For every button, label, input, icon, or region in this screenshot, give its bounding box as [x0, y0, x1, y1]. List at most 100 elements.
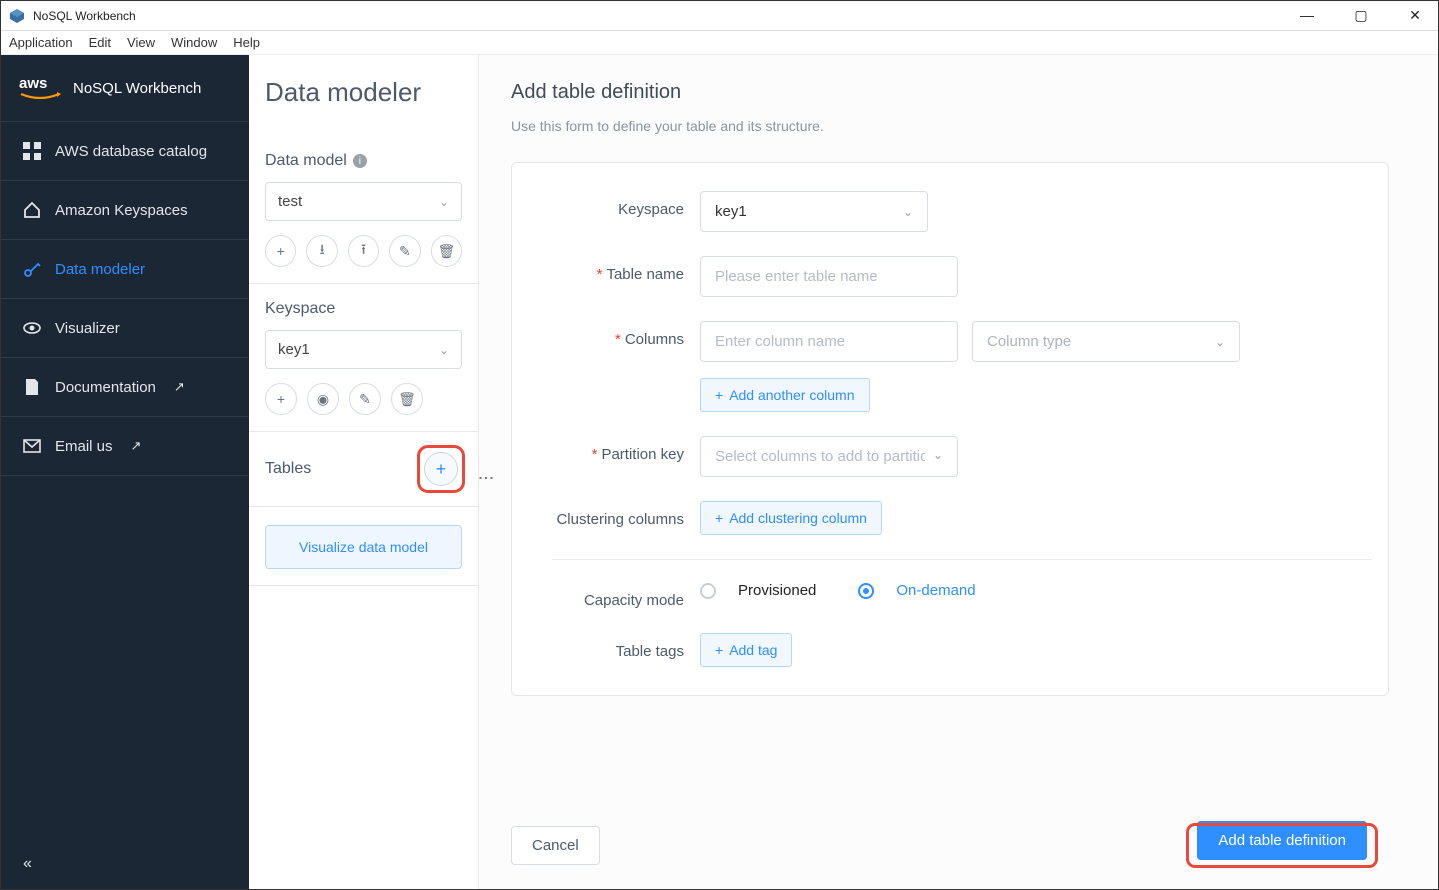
mid-panel: Data modeler Data model i test ⌄ + ⭳ ⭱ ✎…: [249, 55, 479, 889]
partition-select[interactable]: Select columns to add to partition ⌄: [700, 436, 958, 477]
menu-edit[interactable]: Edit: [89, 35, 111, 50]
form-card: Keyspace key1 ⌄ *Table name Please enter…: [511, 162, 1389, 696]
resize-handle[interactable]: ⋮: [476, 470, 495, 484]
menu-application[interactable]: Application: [9, 35, 73, 50]
external-link-icon: ↗: [174, 379, 185, 395]
chevron-down-icon: ⌄: [1215, 335, 1225, 349]
clustering-label: Clustering columns: [556, 511, 684, 528]
radio-provisioned-label[interactable]: Provisioned: [738, 582, 816, 599]
edit-icon: ✎: [359, 391, 371, 408]
menu-view[interactable]: View: [127, 35, 155, 50]
plus-icon: +: [715, 510, 723, 526]
data-model-select[interactable]: test ⌄: [265, 182, 462, 221]
keyspace-select[interactable]: key1 ⌄: [265, 330, 462, 369]
add-keyspace-button[interactable]: +: [265, 383, 297, 415]
main-content: Add table definition Use this form to de…: [479, 55, 1438, 889]
nav-database-catalog[interactable]: AWS database catalog: [1, 122, 249, 181]
nav-keyspaces[interactable]: Amazon Keyspaces: [1, 181, 249, 240]
chevron-down-icon: ⌄: [439, 343, 449, 357]
partition-label: Partition key: [601, 446, 684, 463]
add-column-button[interactable]: + Add another column: [700, 378, 870, 412]
grid-icon: [23, 142, 41, 160]
info-icon[interactable]: i: [353, 154, 367, 168]
data-model-value: test: [278, 193, 302, 210]
tags-label: Table tags: [616, 643, 684, 660]
model-icon: [23, 260, 41, 278]
nav-label: Amazon Keyspaces: [55, 202, 188, 219]
menu-window[interactable]: Window: [171, 35, 217, 50]
plus-icon: +: [436, 459, 447, 480]
keyspace-dropdown[interactable]: key1 ⌄: [700, 191, 928, 232]
keyspace-label: Keyspace: [618, 201, 684, 218]
trash-icon: 🗑: [398, 391, 416, 408]
download-icon: ⭳: [320, 239, 325, 263]
form-title: Add table definition: [511, 81, 1408, 104]
keyspace-selected: key1: [715, 203, 747, 220]
plus-icon: +: [715, 642, 723, 658]
plus-icon: +: [277, 391, 285, 407]
chevron-down-icon: ⌄: [903, 205, 913, 219]
form-footer: Cancel Add table definition: [511, 802, 1389, 869]
nav-data-modeler[interactable]: Data modeler: [1, 240, 249, 299]
trash-icon: 🗑: [437, 243, 455, 260]
add-tag-button[interactable]: + Add tag: [700, 633, 792, 667]
delete-keyspace-button[interactable]: 🗑: [391, 383, 423, 415]
menu-help[interactable]: Help: [233, 35, 260, 50]
radio-ondemand-label[interactable]: On-demand: [896, 582, 975, 599]
visualize-button[interactable]: Visualize data model: [265, 525, 462, 569]
add-clustering-button[interactable]: + Add clustering column: [700, 501, 882, 535]
view-keyspace-button[interactable]: ◉: [307, 383, 339, 415]
app-icon: [9, 8, 25, 24]
window-title: NoSQL Workbench: [33, 9, 136, 23]
eye-icon: [23, 319, 41, 337]
capacity-label: Capacity mode: [584, 592, 684, 609]
document-icon: [23, 378, 41, 396]
nav-visualizer[interactable]: Visualizer: [1, 299, 249, 358]
nav-label: Visualizer: [55, 320, 120, 337]
data-model-title: Data model: [265, 152, 347, 170]
edit-model-button[interactable]: ✎: [389, 235, 420, 267]
delete-model-button[interactable]: 🗑: [431, 235, 462, 267]
close-button[interactable]: ✕: [1400, 7, 1430, 24]
edit-icon: ✎: [399, 243, 411, 260]
home-icon: [23, 201, 41, 219]
nav: AWS database catalog Amazon Keyspaces Da…: [1, 122, 249, 839]
upload-icon: ⭱: [361, 239, 366, 263]
brand-name: NoSQL Workbench: [73, 80, 201, 97]
column-type-select[interactable]: Column type ⌄: [972, 321, 1240, 362]
minimize-button[interactable]: —: [1292, 7, 1322, 24]
mail-icon: [23, 437, 41, 455]
sidebar: aws NoSQL Workbench AWS database catalog…: [1, 55, 249, 889]
export-model-button[interactable]: ⭱: [348, 235, 379, 267]
column-name-input[interactable]: Enter column name: [700, 321, 958, 362]
divider: [552, 559, 1372, 560]
plus-icon: +: [277, 243, 285, 259]
collapse-sidebar[interactable]: «: [1, 839, 249, 889]
window-titlebar: NoSQL Workbench — ▢ ✕: [1, 1, 1438, 31]
brand: aws NoSQL Workbench: [1, 55, 249, 122]
nav-label: AWS database catalog: [55, 143, 207, 160]
import-model-button[interactable]: ⭳: [306, 235, 337, 267]
tables-section: Tables +: [249, 432, 478, 507]
table-name-input[interactable]: Please enter table name: [700, 256, 958, 297]
submit-button[interactable]: Add table definition: [1197, 821, 1367, 860]
chevron-left-double-icon: «: [23, 855, 32, 872]
columns-label: Columns: [625, 331, 684, 348]
chevron-down-icon: ⌄: [439, 195, 449, 209]
add-model-button[interactable]: +: [265, 235, 296, 267]
chevron-down-icon: ⌄: [933, 448, 943, 465]
nav-documentation[interactable]: Documentation ↗: [1, 358, 249, 417]
maximize-button[interactable]: ▢: [1346, 7, 1376, 24]
submit-highlight: Add table definition: [1189, 826, 1375, 865]
nav-email[interactable]: Email us ↗: [1, 417, 249, 476]
add-table-button[interactable]: +: [424, 452, 458, 486]
radio-provisioned[interactable]: [700, 583, 716, 599]
svg-text:aws: aws: [19, 75, 47, 92]
nav-label: Data modeler: [55, 261, 145, 278]
edit-keyspace-button[interactable]: ✎: [349, 383, 381, 415]
radio-ondemand[interactable]: [858, 583, 874, 599]
cancel-button[interactable]: Cancel: [511, 826, 600, 865]
keyspace-title: Keyspace: [265, 300, 335, 318]
data-model-section: Data model i test ⌄ + ⭳ ⭱ ✎ 🗑: [249, 136, 478, 284]
menubar: Application Edit View Window Help: [1, 31, 1438, 55]
